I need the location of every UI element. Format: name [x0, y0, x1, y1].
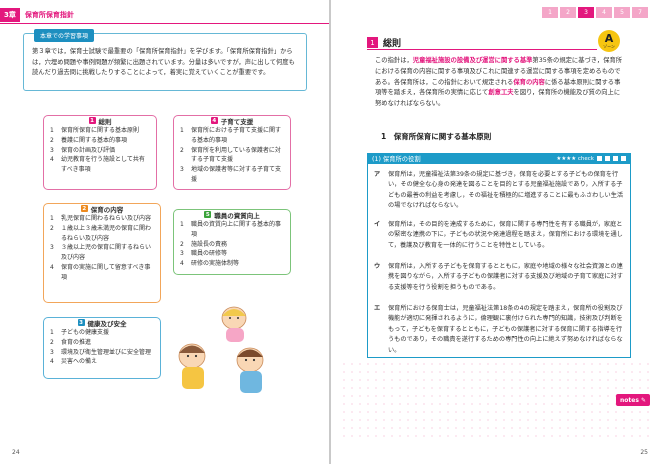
list-item: 4 災害への備え — [50, 358, 98, 366]
list-item: エ保育所における保育士は，児童福祉法第18条の4の規定を踏まえ，保育所の役割及び… — [374, 305, 623, 354]
notes-badge: notes ✎ — [616, 394, 650, 406]
topic-title: (1) 保育所の役割 — [372, 156, 421, 163]
checkbox[interactable] — [605, 156, 610, 161]
notes-area — [340, 360, 649, 440]
left-page: 3章 保育所保育指針 本章での学習事項 第３章では，保育士試験で最重要の「保育所… — [0, 0, 329, 464]
study-box: 本章での学習事項 第３章では，保育士試験で最重要の「保育所保育指針」を学びます。… — [23, 29, 307, 91]
checkbox[interactable] — [613, 156, 618, 161]
zone-badge: A ゾーン — [598, 30, 620, 52]
chapter-number: 3章 — [0, 8, 20, 22]
list-item: ウ保育所は，入所する子どもを保育するとともに，家庭や地域の様々な社会資源との連携… — [374, 263, 623, 291]
zone-letter: A — [604, 32, 614, 45]
box-heading: 1 総則 — [88, 117, 112, 126]
progress-segment-current: 3 — [578, 7, 594, 18]
progress-segment: 2 — [560, 7, 576, 18]
list-item: ア保育所は，児童福祉法第39条の規定に基づき，保育を必要とする子どもの保育を行い… — [374, 171, 624, 210]
list-item: 2 １歳以上３歳未満児の保育に関わるねらい及び内容 — [50, 224, 152, 242]
content-box-childcare-support: 4 子育て支援 1 保育所における子育て支援に関する基本的事項 2 保育所を利用してい… — [173, 115, 291, 190]
box-heading: 3 健康及び安全 — [77, 319, 127, 328]
notes-label: notes — [620, 396, 639, 404]
subsection-heading: 1 保育所保育に関する基本原則 — [381, 132, 492, 141]
topic-bar: (1) 保育所の役割 ★★★★ check — [367, 153, 631, 164]
chapter-tab: 3章 保育所保育指針 — [0, 8, 74, 22]
content-box-childcare-content: 2 保育の内容 1 乳児保育に関わるねらい及び内容 2 １歳以上３歳未満児の保育に関わ… — [43, 203, 161, 303]
box-heading: 5 職員の資質向上 — [204, 211, 260, 220]
pencil-icon: ✎ — [640, 396, 646, 404]
page-number-right: 25 — [640, 449, 648, 456]
zone-label: ゾーン — [603, 44, 615, 49]
progress-segment: 7 — [632, 7, 648, 18]
check-label: ★★★★ check — [556, 155, 594, 162]
topic-panel: ア保育所は，児童福祉法第39条の規定に基づき，保育を必要とする子どもの保育を行い… — [367, 164, 631, 358]
checkbox[interactable] — [597, 156, 602, 161]
list-item: 2 保育所を利用している保護者に対する子育て支援 — [180, 146, 281, 164]
list-item: 2 施設長の責務 — [180, 240, 228, 248]
list-item: 3 保育の計画及び評価 — [50, 146, 116, 154]
box-heading: 2 保育の内容 — [80, 205, 124, 214]
list-item: 1 保育所保育に関する基本原則 — [50, 127, 140, 134]
chapter-rule — [0, 23, 329, 24]
list-item: 2 養護に関する基本的事項 — [50, 136, 128, 144]
chapter-progress: 1 2 3 4 5 7 — [542, 7, 648, 18]
section-number: 1 — [367, 37, 378, 48]
section-heading: 1 総則 — [367, 36, 597, 50]
checkbox[interactable] — [621, 156, 626, 161]
book-spread: 3章 保育所保育指針 本章での学習事項 第３章では，保育士試験で最重要の「保育所… — [0, 0, 660, 464]
list-item: 1 職員の資質向上に関する基本的事項 — [180, 221, 282, 238]
right-page: 1 2 3 4 5 7 1 総則 A ゾーン この指針は，児童福祉施設の設備及び… — [331, 0, 660, 464]
check-boxes[interactable]: ★★★★ check — [556, 156, 626, 162]
list-item: 1 保育所における子育て支援に関する基本的事項 — [180, 127, 282, 144]
box-heading: 4 子育て支援 — [210, 117, 254, 126]
content-box-general: 1 総則 1 保育所保育に関する基本原則 2 養護に関する基本的事項 3 保育の計画及び… — [43, 115, 157, 190]
progress-segment: 4 — [596, 7, 612, 18]
content-box-health-safety: 3 健康及び安全 1 子どもの健康支援 2 食育の推進 3 環境及び衛生管理並びに安全管… — [43, 317, 161, 379]
list-item: 3 職員の研修等 — [180, 250, 228, 258]
page-number-left: 24 — [12, 449, 20, 456]
list-item: 1 子どもの健康支援 — [50, 329, 110, 336]
children-illustration — [178, 306, 264, 393]
chapter-title: 保育所保育指針 — [24, 11, 74, 19]
section-title: 総則 — [383, 39, 402, 49]
content-box-staff-quality: 5 職員の資質向上 1 職員の資質向上に関する基本的事項 2 施設長の責務 3 職員の研… — [173, 209, 291, 275]
list-item: イ保育所は，その目的を達成するために，保育に関する専門性を有する職員が，家庭との… — [374, 221, 623, 249]
study-box-label: 本章での学習事項 — [34, 29, 95, 42]
list-item: 1 乳児保育に関わるねらい及び内容 — [50, 215, 152, 222]
list-item: 4 研修の実施体制等 — [180, 260, 240, 268]
list-item: 3 地域の保護者等に対する子育て支援 — [180, 166, 282, 183]
list-item: 4 保育の実施に関して留意すべき事項 — [50, 263, 151, 281]
list-item: 2 食育の推進 — [50, 338, 92, 346]
progress-segment: 5 — [614, 7, 630, 18]
list-item: 3 環境及び衛生管理並びに安全管理 — [50, 348, 152, 356]
list-item: 3 ３歳以上児の保育に関するねらい及び内容 — [50, 244, 152, 262]
study-box-text: 第３章では，保育士試験で最重要の「保育所保育指針」を学びます。「保育所保育指針」… — [32, 48, 295, 76]
progress-segment: 1 — [542, 7, 558, 18]
intro-paragraph: この指針は，児童福祉施設の設備及び運営に関する基準第35条の規定に基づき，保育所… — [375, 57, 623, 108]
list-item: 4 幼児教育を行う施設として共有すべき事項 — [50, 156, 145, 174]
